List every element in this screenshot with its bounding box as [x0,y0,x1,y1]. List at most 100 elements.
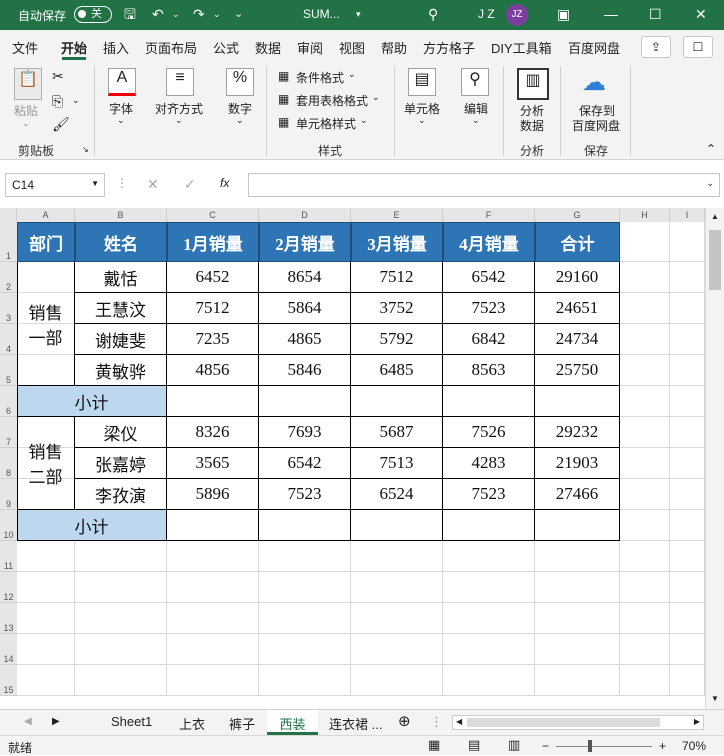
font-icon[interactable]: A [108,68,136,96]
row-header-14[interactable]: 14 [0,634,17,665]
cell[interactable] [535,572,620,603]
vertical-scrollbar[interactable]: ▲ ▼ [705,208,724,709]
subtotal-cell[interactable] [167,386,259,417]
cells-icon[interactable]: ▤ [408,68,436,96]
cell[interactable] [17,541,75,572]
edit-dropdown-icon[interactable]: ⌄ [472,115,480,126]
search-icon[interactable]: ⚲ [428,5,438,23]
cell[interactable] [167,603,259,634]
table-cell[interactable]: 7526 [443,417,535,448]
next-sheet-icon[interactable]: ▶ [52,716,60,727]
table-cell[interactable]: 5896 [167,479,259,510]
table-cell[interactable]: 4856 [167,355,259,386]
cell[interactable] [351,665,443,696]
save-baidu-label-2[interactable]: 百度网盘 [572,117,620,134]
cell[interactable] [620,417,670,448]
table-cell[interactable]: 王慧汶 [75,293,167,324]
cell[interactable] [535,634,620,665]
table-cell[interactable]: 4283 [443,448,535,479]
cell[interactable] [167,665,259,696]
tab-page-layout[interactable]: 页面布局 [145,38,197,57]
table-cell[interactable]: 29232 [535,417,620,448]
table-header-cell[interactable]: 合计 [535,222,620,262]
cell[interactable] [75,541,167,572]
subtotal-cell[interactable] [167,510,259,541]
cell[interactable] [620,293,670,324]
table-header-cell[interactable]: 4月销量 [443,222,535,262]
cell[interactable] [75,665,167,696]
table-header-cell[interactable]: 姓名 [75,222,167,262]
table-cell[interactable]: 李孜演 [75,479,167,510]
cell[interactable] [670,386,705,417]
cell[interactable] [535,603,620,634]
insert-function-icon[interactable]: fx [220,176,229,190]
table-cell[interactable]: 3752 [351,293,443,324]
table-cell[interactable]: 24734 [535,324,620,355]
align-dropdown-icon[interactable]: ⌄ [175,115,183,126]
redo-dropdown-icon[interactable]: ⌄ [213,5,221,23]
cell[interactable] [75,603,167,634]
table-cell[interactable]: 27466 [535,479,620,510]
name-box-dropdown-icon[interactable]: ▼ [91,179,99,188]
table-cell[interactable]: 7523 [443,293,535,324]
redo-icon[interactable]: ↷ [193,5,205,23]
cell[interactable] [620,603,670,634]
cell[interactable] [670,355,705,386]
cell[interactable] [75,634,167,665]
row-header-12[interactable]: 12 [0,572,17,603]
dept-cell-1[interactable]: 销售 一部 [17,262,75,386]
tab-data[interactable]: 数据 [255,38,281,57]
autosave-toggle[interactable]: 关 [74,6,112,23]
subtotal-cell[interactable] [443,386,535,417]
cell[interactable] [535,541,620,572]
table-cell[interactable]: 29160 [535,262,620,293]
subtotal-cell[interactable] [259,386,351,417]
column-header-B[interactable]: B [75,208,167,222]
tab-diy-toolbox[interactable]: DIY工具箱 [491,38,552,57]
table-cell[interactable]: 7513 [351,448,443,479]
cell[interactable] [443,603,535,634]
tab-help[interactable]: 帮助 [381,38,407,57]
table-cell[interactable]: 6542 [443,262,535,293]
column-header-I[interactable]: I [670,208,705,222]
cell[interactable] [443,634,535,665]
scroll-right-icon[interactable]: ▶ [694,717,700,726]
scroll-left-icon[interactable]: ◀ [456,717,462,726]
cell[interactable] [443,665,535,696]
table-cell[interactable]: 7512 [351,262,443,293]
normal-view-icon[interactable]: ▦ [428,737,440,753]
table-cell[interactable]: 8326 [167,417,259,448]
cell[interactable] [620,634,670,665]
zoom-slider-handle[interactable] [588,740,592,752]
analyze-data-icon[interactable]: ▥ [517,68,549,100]
subtotal-cell[interactable] [351,386,443,417]
table-cell[interactable]: 21903 [535,448,620,479]
column-header-F[interactable]: F [443,208,535,222]
subtotal-cell[interactable] [443,510,535,541]
enter-icon[interactable]: ✓ [184,176,196,193]
cell[interactable] [670,262,705,293]
sheet-tab-5[interactable]: 连衣裙 ... [329,714,382,733]
tab-fangfang[interactable]: 方方格子 [423,38,475,57]
prev-sheet-icon[interactable]: ◀ [24,716,32,727]
table-cell[interactable]: 5846 [259,355,351,386]
cell[interactable] [670,572,705,603]
table-cell[interactable]: 3565 [167,448,259,479]
column-header-D[interactable]: D [259,208,351,222]
table-header-cell[interactable]: 2月销量 [259,222,351,262]
clipboard-launcher-icon[interactable]: ↘ [82,145,89,154]
cell[interactable] [259,541,351,572]
paste-dropdown-icon[interactable]: ⌄ [22,118,30,129]
table-cell[interactable]: 25750 [535,355,620,386]
column-header-C[interactable]: C [167,208,259,222]
row-header-3[interactable]: 3 [0,293,17,324]
cell-style-dropdown-icon[interactable]: ⌄ [360,115,368,126]
analyze-label-2[interactable]: 数据 [520,117,544,134]
table-cell[interactable]: 6542 [259,448,351,479]
cell[interactable] [670,603,705,634]
table-format-label[interactable]: 套用表格格式 [296,92,368,109]
paste-icon[interactable]: 📋 [14,68,42,100]
cell[interactable] [17,603,75,634]
select-all-corner[interactable] [0,208,17,222]
avatar[interactable]: JZ [506,4,528,26]
